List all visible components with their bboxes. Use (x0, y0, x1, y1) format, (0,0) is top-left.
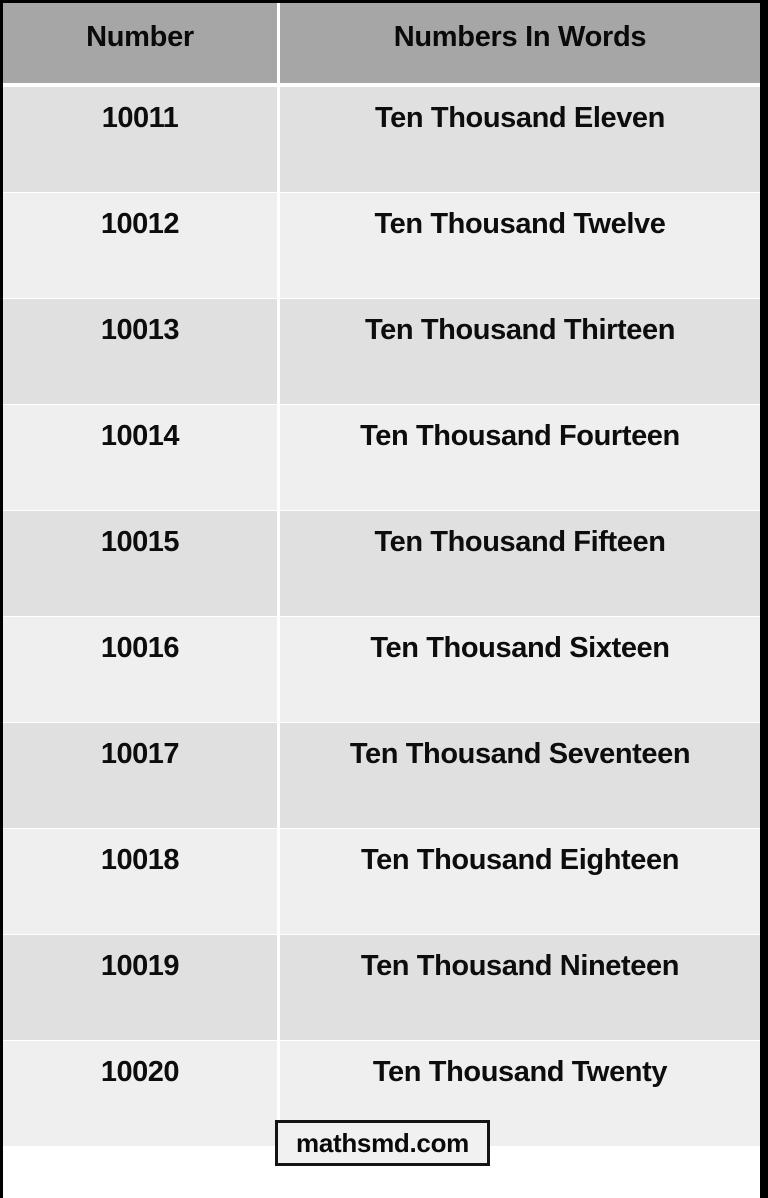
number-value: 10015 (100, 526, 180, 558)
cell-words: Ten Thousand Twelve (280, 193, 760, 298)
cell-number: 10018 (3, 829, 277, 934)
page-border-left (0, 0, 3, 1198)
cell-number: 10013 (3, 299, 277, 404)
cell-words: Ten Thousand Sixteen (280, 617, 760, 722)
words-value: Ten Thousand Eleven (375, 102, 665, 134)
table-row: 10018 Ten Thousand Eighteen (3, 829, 760, 934)
numbers-in-words-table: Number Numbers In Words 10011 Ten Thousa… (3, 3, 760, 1146)
watermark-label: mathsmd.com (296, 1128, 469, 1158)
table-header-cell-words: Numbers In Words (280, 3, 760, 83)
words-value: Ten Thousand Twelve (374, 208, 666, 240)
number-value: 10014 (100, 420, 180, 452)
watermark-badge: mathsmd.com (275, 1120, 490, 1166)
words-value: Ten Thousand Eighteen (360, 844, 680, 876)
cell-number: 10012 (3, 193, 277, 298)
number-value: 10017 (100, 738, 180, 770)
column-header-words: Numbers In Words (393, 21, 647, 53)
number-value: 10012 (100, 208, 180, 240)
table-row: 10019 Ten Thousand Nineteen (3, 935, 760, 1040)
words-value: Ten Thousand Thirteen (364, 314, 676, 346)
page-border-right (760, 0, 768, 1198)
cell-words: Ten Thousand Fifteen (280, 511, 760, 616)
number-value: 10020 (100, 1056, 180, 1088)
table-header-row: Number Numbers In Words (3, 3, 760, 83)
number-value: 10011 (101, 102, 179, 134)
table-row: 10015 Ten Thousand Fifteen (3, 511, 760, 616)
number-value: 10013 (100, 314, 180, 346)
table-row: 10016 Ten Thousand Sixteen (3, 617, 760, 722)
number-value: 10019 (100, 950, 180, 982)
cell-number: 10014 (3, 405, 277, 510)
cell-words: Ten Thousand Eighteen (280, 829, 760, 934)
table-canvas: Number Numbers In Words 10011 Ten Thousa… (3, 3, 760, 1198)
number-value: 10016 (100, 632, 180, 664)
table-row: 10011 Ten Thousand Eleven (3, 87, 760, 192)
cell-words: Ten Thousand Thirteen (280, 299, 760, 404)
cell-words: Ten Thousand Nineteen (280, 935, 760, 1040)
table-row: 10012 Ten Thousand Twelve (3, 193, 760, 298)
table-header-cell-number: Number (3, 3, 277, 83)
cell-number: 10017 (3, 723, 277, 828)
page-border-top (0, 0, 768, 3)
cell-number: 10020 (3, 1041, 277, 1146)
words-value: Ten Thousand Fourteen (360, 420, 680, 452)
words-value: Ten Thousand Sixteen (370, 632, 670, 664)
cell-number: 10016 (3, 617, 277, 722)
cell-number: 10015 (3, 511, 277, 616)
cell-number: 10011 (3, 87, 277, 192)
cell-words: Ten Thousand Seventeen (280, 723, 760, 828)
words-value: Ten Thousand Fifteen (374, 526, 666, 558)
words-value: Ten Thousand Twenty (372, 1056, 668, 1088)
table-row: 10013 Ten Thousand Thirteen (3, 299, 760, 404)
cell-number: 10019 (3, 935, 277, 1040)
words-value: Ten Thousand Seventeen (349, 738, 691, 770)
number-value: 10018 (100, 844, 180, 876)
table-row: 10014 Ten Thousand Fourteen (3, 405, 760, 510)
page-root: Number Numbers In Words 10011 Ten Thousa… (0, 0, 768, 1198)
cell-words: Ten Thousand Eleven (280, 87, 760, 192)
words-value: Ten Thousand Nineteen (360, 950, 680, 982)
cell-words: Ten Thousand Fourteen (280, 405, 760, 510)
table-row: 10017 Ten Thousand Seventeen (3, 723, 760, 828)
column-header-number: Number (86, 21, 194, 53)
